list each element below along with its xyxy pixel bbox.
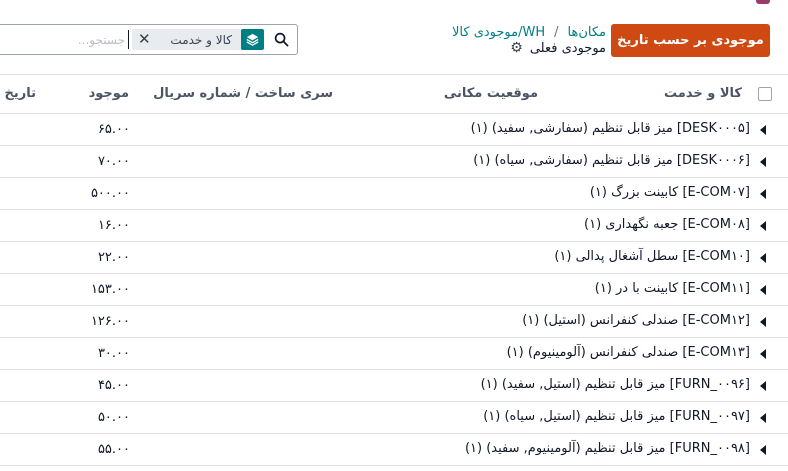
product-group-label: [DESK۰۰۰۶] میز قابل تنظیم (سفارشی, سیاه)… [473, 153, 750, 168]
on-hand-quantity: ۱۶.۰۰ [97, 218, 130, 233]
on-hand-quantity: ۵۰.۰۰ [97, 410, 130, 425]
product-group-label: [E-COM۱۱] کابینت با در (۱) [594, 281, 750, 296]
page-title: موجودی فعلی [529, 40, 606, 56]
column-on-hand[interactable]: موجود [89, 86, 129, 101]
table-row[interactable]: [E-COM۱۰] سطل آشغال پدالی (۱) ۲۲.۰۰ [0, 242, 788, 274]
column-location[interactable]: موقعیت مکانی [444, 86, 538, 101]
table-header: کالا و خدمت موقعیت مکانی سری ساخت / شمار… [0, 74, 788, 114]
app-logo [756, 0, 770, 4]
on-hand-quantity: ۱۵۳.۰۰ [90, 282, 130, 297]
caret-right-icon[interactable] [760, 221, 766, 231]
quants-table: کالا و خدمت موقعیت مکانی سری ساخت / شمار… [0, 74, 788, 466]
product-group-label: [E-COM۰۸] جعبه نگهداری (۱) [584, 217, 750, 232]
table-row[interactable]: [DESK۰۰۰۵] میز قابل تنظیم (سفارشی, سفید)… [0, 114, 788, 146]
product-group-label: [FURN_۰۰۹۷] میز قابل تنظیم (استیل, سیاه)… [483, 409, 750, 424]
facet-label: کالا و خدمت [170, 32, 232, 47]
caret-right-icon[interactable] [760, 445, 766, 455]
table-row[interactable]: [E-COM۱۱] کابینت با در (۱) ۱۵۳.۰۰ [0, 274, 788, 306]
product-group-label: [E-COM۱۰] سطل آشغال پدالی (۱) [554, 249, 750, 264]
on-hand-quantity: ۲۲.۰۰ [97, 250, 130, 265]
caret-right-icon[interactable] [760, 125, 766, 135]
search-icon [274, 32, 288, 47]
layers-icon [241, 29, 264, 50]
column-product[interactable]: کالا و خدمت [664, 86, 742, 101]
product-group-label: [E-COM۰۷] کابینت بزرگ (۱) [589, 185, 750, 200]
table-row[interactable]: [E-COM۱۲] صندلی کنفرانس (استیل) (۱) ۱۲۶.۰… [0, 306, 788, 338]
search-facet: کالا و خدمت ✕ [132, 29, 264, 50]
caret-right-icon[interactable] [760, 253, 766, 263]
caret-right-icon[interactable] [760, 381, 766, 391]
caret-right-icon[interactable] [760, 413, 766, 423]
search-button[interactable] [265, 25, 297, 54]
product-group-label: [E-COM۱۲] صندلی کنفرانس (استیل) (۱) [522, 313, 750, 328]
column-lot[interactable]: سری ساخت / شماره سریال [153, 86, 333, 101]
table-row[interactable]: [FURN_۰۰۹۸] میز قابل تنظیم (آلومینیوم, س… [0, 434, 788, 466]
page-title-row: موجودی فعلی ⚙ [510, 38, 606, 58]
product-group-label: [FURN_۰۰۹۸] میز قابل تنظیم (آلومینیوم, س… [464, 441, 750, 456]
on-hand-quantity: ۴۵.۰۰ [97, 378, 130, 393]
column-incoming-date[interactable]: تاریخ ورود [0, 86, 36, 101]
on-hand-quantity: ۳۰.۰۰ [97, 346, 130, 361]
close-icon[interactable]: ✕ [138, 32, 151, 47]
inventory-page: موجودی بر حسب تاریخ مکان‌ها / WH/موجودی … [0, 0, 788, 471]
table-row[interactable]: [FURN_۰۰۹۷] میز قابل تنظیم (استیل, سیاه)… [0, 402, 788, 434]
on-hand-quantity: ۷۰.۰۰ [97, 154, 130, 169]
caret-right-icon[interactable] [760, 189, 766, 199]
on-hand-quantity: ۵۰۰.۰۰ [90, 186, 130, 201]
caret-right-icon[interactable] [760, 285, 766, 295]
caret-right-icon[interactable] [760, 157, 766, 167]
table-row[interactable]: [E-COM۰۸] جعبه نگهداری (۱) ۱۶.۰۰ [0, 210, 788, 242]
caret-right-icon[interactable] [760, 349, 766, 359]
product-group-label: [FURN_۰۰۹۶] میز قابل تنظیم (استیل, سفید)… [480, 377, 750, 392]
on-hand-quantity: ۱۲۶.۰۰ [90, 314, 130, 329]
on-hand-quantity: ۵۵.۰۰ [97, 442, 130, 457]
on-hand-quantity: ۶۵.۰۰ [97, 122, 130, 137]
inventory-at-date-button[interactable]: موجودی بر حسب تاریخ [611, 24, 770, 57]
caret-right-icon[interactable] [760, 317, 766, 327]
product-group-label: [DESK۰۰۰۵] میز قابل تنظیم (سفارشی, سفید)… [470, 121, 750, 136]
select-all-checkbox[interactable] [758, 87, 772, 101]
table-row[interactable]: [FURN_۰۰۹۶] میز قابل تنظیم (استیل, سفید)… [0, 370, 788, 402]
table-row[interactable]: [E-COM۰۷] کابینت بزرگ (۱) ۵۰۰.۰۰ [0, 178, 788, 210]
search-bar: کالا و خدمت ✕ [0, 24, 298, 55]
table-body: [DESK۰۰۰۵] میز قابل تنظیم (سفارشی, سفید)… [0, 114, 788, 466]
table-row[interactable]: [DESK۰۰۰۶] میز قابل تنظیم (سفارشی, سیاه)… [0, 146, 788, 178]
product-group-label: [E-COM۱۳] صندلی کنفرانس (آلومینیوم) (۱) [506, 345, 750, 360]
gear-icon[interactable]: ⚙ [510, 41, 523, 55]
table-row[interactable]: [E-COM۱۳] صندلی کنفرانس (آلومینیوم) (۱) ۳… [0, 338, 788, 370]
search-input[interactable] [5, 30, 129, 49]
